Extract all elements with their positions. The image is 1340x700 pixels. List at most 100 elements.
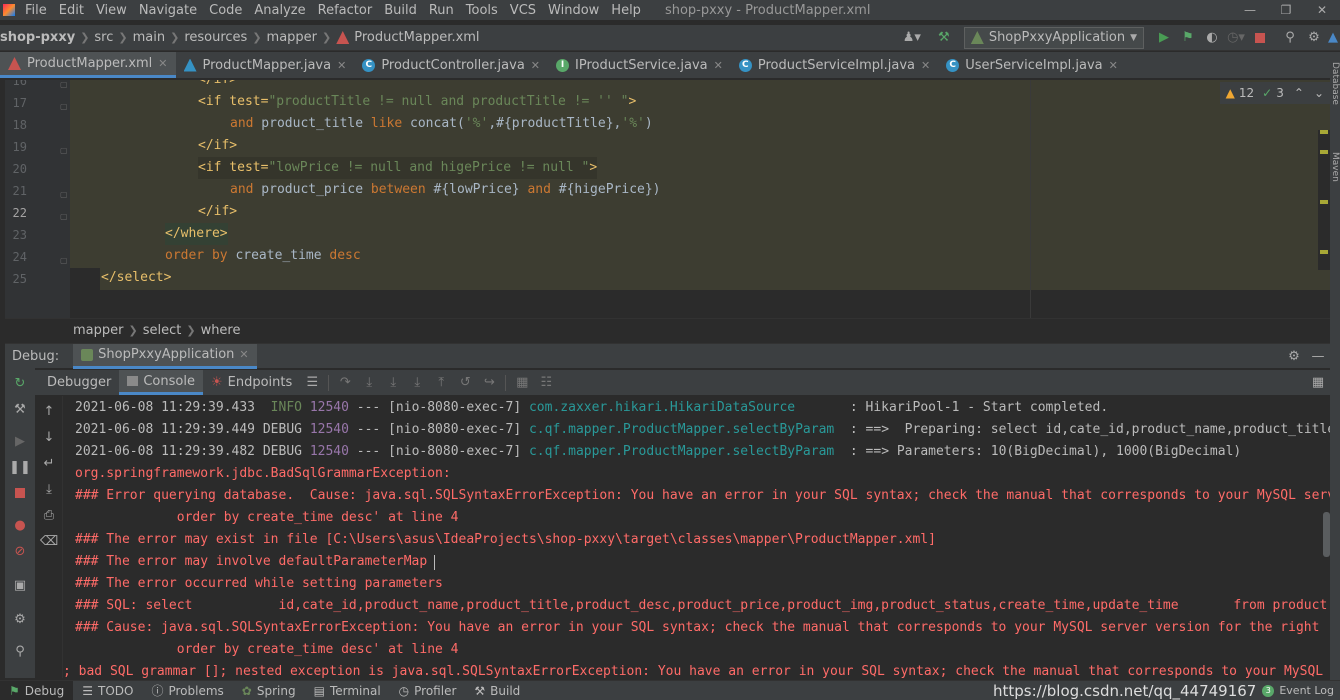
tab-userserviceimpl[interactable]: C UserServiceImpl.java ✕ bbox=[938, 52, 1126, 78]
search-icon[interactable]: ⚲ bbox=[1278, 27, 1302, 49]
breadcrumb-file[interactable]: ProductMapper.xml bbox=[354, 30, 479, 45]
stop-icon[interactable] bbox=[11, 484, 29, 502]
tool-window-problems[interactable]: ⓘ Problems bbox=[142, 682, 232, 699]
tab-console[interactable]: Console bbox=[119, 370, 203, 395]
warning-marker[interactable] bbox=[1320, 200, 1328, 204]
close-window-icon[interactable]: ✕ bbox=[1304, 3, 1340, 17]
tool-window-profiler[interactable]: ◷ Profiler bbox=[390, 684, 466, 698]
menu-refactor[interactable]: Refactor bbox=[312, 3, 379, 18]
settings-icon[interactable]: ⚙ bbox=[1282, 345, 1306, 367]
menu-run[interactable]: Run bbox=[423, 3, 460, 18]
tab-productmapper-java[interactable]: ProductMapper.java ✕ bbox=[176, 52, 355, 78]
event-log-button[interactable]: 3 Event Log bbox=[1262, 684, 1340, 697]
menu-file[interactable]: File bbox=[19, 3, 53, 18]
run-to-cursor-icon[interactable]: ↪ bbox=[477, 372, 501, 394]
warning-marker[interactable] bbox=[1320, 150, 1328, 154]
drop-frame-icon[interactable]: ↺ bbox=[453, 372, 477, 394]
settings-icon[interactable]: ⚙ bbox=[1302, 27, 1326, 49]
view-breakpoints-icon[interactable]: ● bbox=[11, 516, 29, 534]
evaluate-expression-icon[interactable]: ▦ bbox=[510, 372, 534, 394]
mute-breakpoints-icon[interactable]: ⊘ bbox=[11, 542, 29, 560]
tool-window-build[interactable]: ⚒ Build bbox=[465, 684, 529, 698]
arrow-down-icon[interactable]: ↓ bbox=[40, 428, 58, 446]
scroll-to-end-icon[interactable]: ⤓ bbox=[40, 480, 58, 498]
step-out-icon[interactable]: ⤒ bbox=[429, 372, 453, 394]
profile-icon[interactable]: ◷▾ bbox=[1224, 27, 1248, 49]
warning-marker[interactable] bbox=[1320, 250, 1328, 254]
menu-icon[interactable]: ☰ bbox=[300, 372, 324, 394]
tab-iproductservice[interactable]: I IProductService.java ✕ bbox=[548, 52, 731, 78]
chevron-down-icon[interactable]: ⌄ bbox=[1314, 86, 1324, 100]
force-step-into-icon[interactable]: ⤓ bbox=[405, 372, 429, 394]
resume-icon[interactable]: ▶ bbox=[11, 432, 29, 450]
error-stripe[interactable] bbox=[1318, 130, 1330, 270]
tab-debugger[interactable]: Debugger bbox=[35, 375, 119, 390]
settings-icon[interactable]: ⚙ bbox=[11, 610, 29, 628]
minimize-icon[interactable]: — bbox=[1232, 3, 1268, 17]
code-editor[interactable]: 16 17 18 19 20 21 22 23 24 25 ▢ ▢ ▢ ▢ ▢ … bbox=[5, 80, 1330, 318]
log-logger-link[interactable]: c.qf.mapper.ProductMapper.selectByParam bbox=[529, 422, 834, 437]
crumb-mapper[interactable]: mapper bbox=[73, 323, 123, 338]
tab-productcontroller[interactable]: C ProductController.java ✕ bbox=[354, 52, 548, 78]
fold-icon[interactable]: ▢ bbox=[60, 212, 68, 221]
close-icon[interactable]: ✕ bbox=[921, 59, 930, 72]
run-config-select[interactable]: ShopPxxyApplication ▼ bbox=[963, 26, 1144, 49]
step-into-icon[interactable]: ⤓ bbox=[381, 372, 405, 394]
menu-window[interactable]: Window bbox=[542, 3, 605, 18]
close-icon[interactable]: ✕ bbox=[337, 59, 346, 72]
menu-build[interactable]: Build bbox=[378, 3, 423, 18]
menu-tools[interactable]: Tools bbox=[460, 3, 504, 18]
run-icon[interactable]: ▶ bbox=[1152, 27, 1176, 49]
menu-vcs[interactable]: VCS bbox=[504, 3, 542, 18]
trace-icon[interactable]: ☷ bbox=[534, 372, 558, 394]
tab-productmapper-xml[interactable]: ProductMapper.xml ✕ bbox=[0, 52, 176, 78]
console-output[interactable]: 2021-06-08 11:29:39.433 INFO 12540 --- [… bbox=[63, 396, 1330, 678]
close-icon[interactable]: ✕ bbox=[714, 59, 723, 72]
plugin-icon[interactable]: ▲ bbox=[1326, 27, 1340, 49]
modify-config-icon[interactable]: ⚒ bbox=[11, 400, 29, 418]
breadcrumb-resources[interactable]: resources bbox=[184, 30, 247, 45]
print-icon[interactable]: ⎙ bbox=[40, 506, 58, 524]
warning-marker[interactable] bbox=[1320, 130, 1328, 134]
clear-all-icon[interactable]: ⌫ bbox=[40, 532, 58, 550]
step-over-icon[interactable]: ⤓ bbox=[357, 372, 381, 394]
menu-help[interactable]: Help bbox=[605, 3, 647, 18]
tab-endpoints[interactable]: ☀ Endpoints bbox=[203, 375, 300, 390]
tool-window-debug[interactable]: ⚑ Debug bbox=[0, 680, 74, 700]
hide-panel-icon[interactable]: — bbox=[1306, 345, 1330, 367]
breadcrumb-mapper[interactable]: mapper bbox=[267, 30, 317, 45]
menu-view[interactable]: View bbox=[90, 3, 133, 18]
debug-session-tab[interactable]: ShopPxxyApplication ✕ bbox=[73, 343, 257, 369]
show-execution-point-icon[interactable]: ↷ bbox=[333, 372, 357, 394]
tool-window-todo[interactable]: ☰ TODO bbox=[73, 684, 142, 698]
soft-wrap-icon[interactable]: ↵ bbox=[40, 454, 58, 472]
menu-edit[interactable]: Edit bbox=[53, 3, 90, 18]
breadcrumb-main[interactable]: main bbox=[133, 30, 165, 45]
menu-code[interactable]: Code bbox=[203, 3, 248, 18]
breadcrumb-src[interactable]: src bbox=[94, 30, 113, 45]
camera-icon[interactable]: ▣ bbox=[11, 576, 29, 594]
user-icon[interactable]: ♟▾ bbox=[900, 27, 924, 49]
chevron-up-icon[interactable]: ⌃ bbox=[1294, 86, 1304, 100]
hammer-build-icon[interactable]: ⚒ bbox=[932, 27, 956, 49]
crumb-where[interactable]: where bbox=[201, 323, 241, 338]
close-icon[interactable]: ✕ bbox=[239, 348, 248, 361]
close-icon[interactable]: ✕ bbox=[531, 59, 540, 72]
restore-icon[interactable]: ❐ bbox=[1268, 3, 1304, 17]
close-icon[interactable]: ✕ bbox=[158, 57, 167, 70]
tool-window-database[interactable]: Database bbox=[1330, 62, 1340, 105]
stop-icon[interactable] bbox=[1248, 27, 1272, 49]
layout-icon[interactable]: ▦ bbox=[1306, 372, 1330, 394]
arrow-up-icon[interactable]: ↑ bbox=[40, 402, 58, 420]
tool-window-spring[interactable]: ✿ Spring bbox=[233, 684, 305, 698]
menu-analyze[interactable]: Analyze bbox=[248, 3, 311, 18]
fold-icon[interactable]: ▢ bbox=[60, 190, 68, 199]
fold-icon[interactable]: ▢ bbox=[60, 102, 68, 111]
pause-icon[interactable]: ❚❚ bbox=[9, 458, 31, 476]
fold-icon[interactable]: ▢ bbox=[60, 146, 68, 155]
coverage-icon[interactable]: ◐ bbox=[1200, 27, 1224, 49]
close-icon[interactable]: ✕ bbox=[1109, 59, 1118, 72]
crumb-select[interactable]: select bbox=[143, 323, 182, 338]
tool-window-terminal[interactable]: ▤ Terminal bbox=[305, 684, 390, 698]
rerun-icon[interactable]: ↻ bbox=[11, 374, 29, 392]
